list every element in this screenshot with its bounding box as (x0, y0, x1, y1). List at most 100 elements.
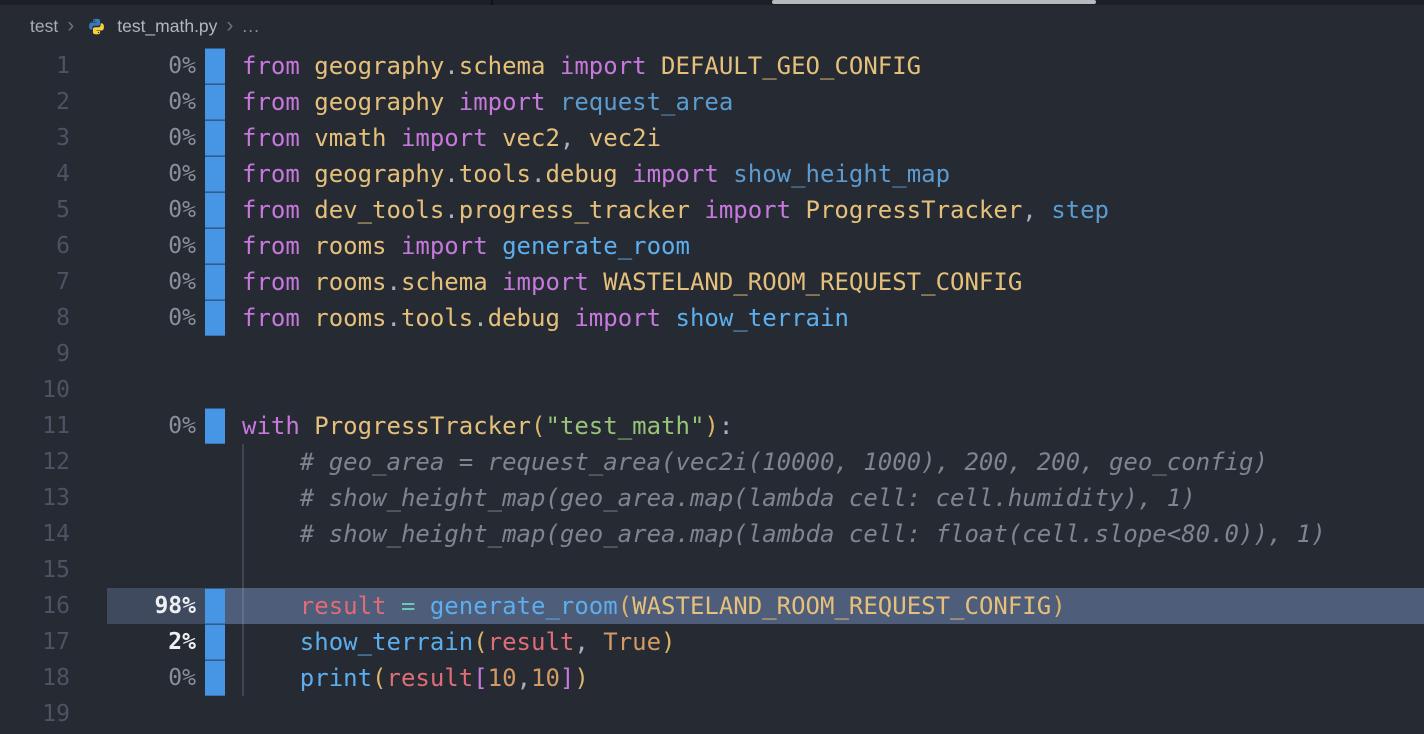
line-number[interactable]: 1 (0, 48, 70, 84)
code-row[interactable]: 15 (0, 552, 1424, 588)
code-line[interactable]: result = generate_room(WASTELAND_ROOM_RE… (225, 588, 1424, 624)
breadcrumb-folder[interactable]: test (30, 16, 58, 37)
code-line[interactable]: show_terrain(result, True) (225, 624, 1424, 660)
code-row[interactable]: 30%from vmath import vec2, vec2i (0, 120, 1424, 156)
code-line[interactable]: print(result[10,10]) (225, 660, 1424, 696)
line-number[interactable]: 12 (0, 444, 70, 480)
token-pun: : (719, 412, 733, 440)
code-row[interactable]: 12 # geo_area = request_area(vec2i(10000… (0, 444, 1424, 480)
breadcrumb-symbol-ellipsis[interactable]: ... (242, 16, 260, 37)
token-kw: import (690, 196, 806, 224)
token-kw: from (242, 268, 314, 296)
token-kw: from (242, 160, 314, 188)
code-row[interactable]: 19 (0, 696, 1424, 732)
token-b1: ( (473, 628, 487, 656)
code-row[interactable]: 14 # show_height_map(geo_area.map(lambda… (0, 516, 1424, 552)
line-number[interactable]: 4 (0, 156, 70, 192)
code-row[interactable]: 180% print(result[10,10]) (0, 660, 1424, 696)
line-number[interactable]: 16 (0, 588, 70, 624)
line-number[interactable]: 5 (0, 192, 70, 228)
code-line[interactable]: from rooms.schema import WASTELAND_ROOM_… (225, 264, 1424, 300)
code-row[interactable]: 40%from geography.tools.debug import sho… (0, 156, 1424, 192)
code-row[interactable]: 13 # show_height_map(geo_area.map(lambda… (0, 480, 1424, 516)
gutter-gap (196, 192, 205, 228)
code-line[interactable]: from geography import request_area (225, 84, 1424, 120)
code-line[interactable] (225, 552, 1424, 588)
code-line[interactable]: from geography.tools.debug import show_h… (225, 156, 1424, 192)
code-line[interactable]: from rooms import generate_room (225, 228, 1424, 264)
coverage-marker (205, 84, 225, 120)
token-mod: ProgressTracker (806, 196, 1023, 224)
code-row[interactable]: 80%from rooms.tools.debug import show_te… (0, 300, 1424, 336)
token-mod: rooms (314, 268, 386, 296)
line-number[interactable]: 10 (0, 372, 70, 408)
line-number[interactable]: 18 (0, 660, 70, 696)
line-number[interactable]: 9 (0, 336, 70, 372)
code-line[interactable] (225, 372, 1424, 408)
coverage-percent: 0% (70, 48, 196, 84)
token-kw: import (560, 304, 676, 332)
code-editor[interactable]: 10%from geography.schema import DEFAULT_… (0, 48, 1424, 734)
token-kw: import (387, 124, 503, 152)
token-b1: ) (704, 412, 718, 440)
code-row-highlighted[interactable]: 1698% result = generate_room(WASTELAND_R… (0, 588, 1424, 624)
code-line[interactable]: from rooms.tools.debug import show_terra… (225, 300, 1424, 336)
coverage-marker (205, 408, 225, 444)
gutter-gap (196, 264, 205, 300)
code-row[interactable]: 9 (0, 336, 1424, 372)
gutter-gap (196, 84, 205, 120)
coverage-marker-slot (205, 480, 225, 516)
token-var: result (488, 628, 575, 656)
code-line[interactable]: from vmath import vec2, vec2i (225, 120, 1424, 156)
token-mod: vec2 (502, 124, 560, 152)
code-line[interactable]: from dev_tools.progress_tracker import P… (225, 192, 1424, 228)
code-row[interactable]: 10% from geography.schema import DEFAULT_… (0, 48, 1424, 84)
token-mod: WASTELAND_ROOM_REQUEST_CONFIG (632, 592, 1051, 620)
code-line[interactable] (225, 696, 1424, 732)
token-pun (387, 592, 401, 620)
token-b1: ) (1051, 592, 1065, 620)
token-pun (242, 628, 300, 656)
code-row[interactable]: 70%from rooms.schema import WASTELAND_RO… (0, 264, 1424, 300)
coverage-percent: 0% (70, 228, 196, 264)
code-row[interactable]: 172% show_terrain(result, True) (0, 624, 1424, 660)
code-row[interactable]: 20%from geography import request_area (0, 84, 1424, 120)
line-number[interactable]: 13 (0, 480, 70, 516)
token-pun: , (517, 664, 531, 692)
token-mod: ProgressTracker (314, 412, 531, 440)
code-line[interactable]: from geography.schema import DEFAULT_GEO… (225, 48, 1424, 84)
code-row[interactable]: 50%from dev_tools.progress_tracker impor… (0, 192, 1424, 228)
line-number[interactable]: 11 (0, 408, 70, 444)
coverage-marker-slot (205, 228, 225, 264)
token-kw: from (242, 304, 314, 332)
token-mod: tools (459, 160, 531, 188)
line-number[interactable]: 7 (0, 264, 70, 300)
line-number[interactable]: 3 (0, 120, 70, 156)
line-number[interactable]: 17 (0, 624, 70, 660)
code-line[interactable]: # geo_area = request_area(vec2i(10000, 1… (225, 444, 1424, 480)
code-row[interactable]: 10 (0, 372, 1424, 408)
token-kw: import (545, 52, 661, 80)
line-number[interactable]: 15 (0, 552, 70, 588)
coverage-percent: 0% (70, 408, 196, 444)
coverage-marker (205, 660, 225, 696)
code-row[interactable]: 60% from rooms import generate_room (0, 228, 1424, 264)
python-icon (84, 14, 109, 39)
line-number[interactable]: 14 (0, 516, 70, 552)
token-pun: , (1022, 196, 1051, 224)
line-number[interactable]: 6 (0, 228, 70, 264)
tab-scrollbar-thumb[interactable] (772, 0, 1096, 4)
code-line[interactable]: # show_height_map(geo_area.map(lambda ce… (225, 516, 1424, 552)
line-number[interactable]: 19 (0, 696, 70, 732)
coverage-percent (70, 552, 196, 588)
code-row[interactable]: 110% with ProgressTracker("test_math"): (0, 408, 1424, 444)
token-b1: ( (531, 412, 545, 440)
code-line[interactable] (225, 336, 1424, 372)
coverage-marker (205, 228, 225, 264)
line-number[interactable]: 2 (0, 84, 70, 120)
code-line[interactable]: # show_height_map(geo_area.map(lambda ce… (225, 480, 1424, 516)
token-pun (242, 520, 300, 548)
breadcrumb-file[interactable]: test_math.py (117, 16, 217, 37)
code-line[interactable]: with ProgressTracker("test_math"): (225, 408, 1424, 444)
line-number[interactable]: 8 (0, 300, 70, 336)
